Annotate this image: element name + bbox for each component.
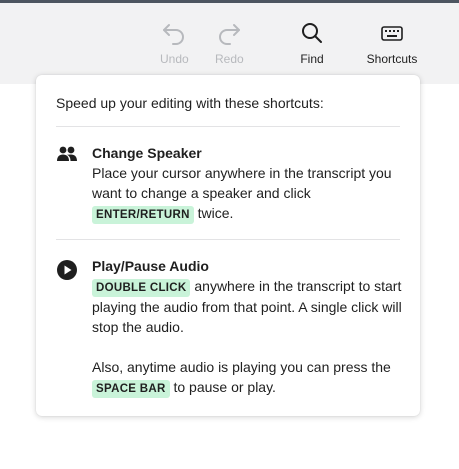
change-speaker-description: Place your cursor anywhere in the transc…	[92, 163, 402, 224]
play-pause-title: Play/Pause Audio	[92, 258, 209, 274]
undo-icon	[163, 24, 185, 45]
editor-toolbar: Undo Redo Find Shortcuts	[0, 3, 459, 84]
space-bar-key: SPACE BAR	[92, 380, 170, 398]
popover-intro: Speed up your editing with these shortcu…	[56, 95, 324, 111]
undo-label: Undo	[160, 52, 189, 66]
divider	[56, 239, 400, 240]
double-click-key: DOUBLE CLICK	[92, 279, 191, 297]
search-icon	[302, 23, 322, 43]
shortcuts-button[interactable]: Shortcuts	[365, 21, 419, 66]
redo-label: Redo	[215, 52, 244, 66]
find-button[interactable]: Find	[300, 21, 324, 66]
redo-icon	[219, 24, 241, 45]
change-speaker-title: Change Speaker	[92, 145, 202, 161]
play-pause-description: DOUBLE CLICK anywhere in the transcript …	[92, 278, 402, 335]
redo-button[interactable]: Redo	[215, 21, 244, 66]
shortcuts-popover: Speed up your editing with these shortcu…	[36, 75, 420, 416]
shortcuts-label: Shortcuts	[366, 52, 418, 66]
play-circle-icon	[56, 259, 78, 286]
divider	[56, 126, 400, 127]
undo-button[interactable]: Undo	[160, 21, 189, 66]
find-label: Find	[300, 52, 324, 66]
keyboard-icon	[381, 26, 403, 41]
people-icon	[56, 145, 78, 168]
enter-return-key: ENTER/RETURN	[92, 206, 194, 224]
play-pause-description-2: Also, anytime audio is playing you can p…	[92, 357, 402, 398]
